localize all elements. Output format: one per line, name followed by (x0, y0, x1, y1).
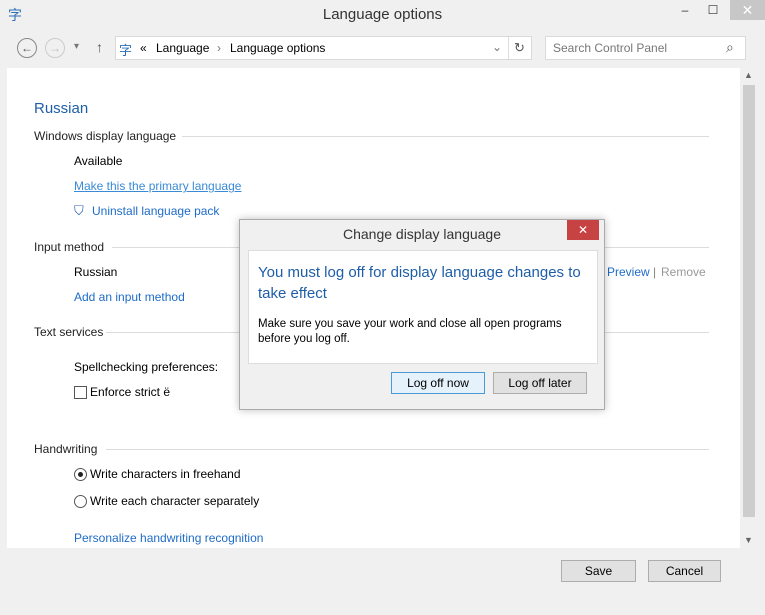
recent-pages-button[interactable]: ▾ (74, 41, 79, 52)
enforce-label[interactable]: Enforce strict ё (90, 385, 170, 399)
divider (182, 136, 709, 137)
freehand-radio[interactable] (74, 468, 87, 481)
input-method-name: Russian (74, 265, 118, 279)
change-display-language-dialog: Change display language ✕ You must log o… (239, 219, 605, 410)
language-icon: 字 (119, 43, 133, 58)
close-button[interactable]: ✕ (730, 0, 765, 20)
up-button[interactable]: ↑ (96, 39, 103, 55)
section-text-services: Text services (34, 325, 104, 339)
separate-label[interactable]: Write each character separately (90, 494, 259, 508)
separator: | (653, 265, 657, 279)
shield-icon: ⛉ (74, 203, 84, 218)
uninstall-link[interactable]: Uninstall language pack (92, 204, 219, 218)
dialog-title: Change display language (342, 226, 501, 242)
scroll-down-icon[interactable]: ▼ (744, 535, 753, 545)
section-handwriting: Handwriting (34, 442, 98, 456)
search-box[interactable]: Search Control Panel ⌕ (545, 36, 746, 60)
maximize-button[interactable]: ☐ (698, 0, 728, 20)
scroll-up-icon[interactable]: ▲ (744, 70, 753, 80)
refresh-icon[interactable]: ↻ (514, 40, 525, 56)
log-off-later-button[interactable]: Log off later (493, 372, 587, 394)
cancel-button[interactable]: Cancel (648, 560, 721, 582)
back-button[interactable]: ← (17, 38, 37, 58)
language-heading: Russian (34, 100, 89, 117)
address-bar[interactable]: 字 « Language › Language options ⌄ ↻ (115, 36, 532, 60)
section-display-language: Windows display language (34, 129, 177, 143)
log-off-now-button[interactable]: Log off now (391, 372, 485, 394)
dialog-body: You must log off for display language ch… (248, 250, 598, 364)
add-input-method-link[interactable]: Add an input method (74, 290, 185, 304)
divider (508, 37, 509, 59)
make-primary-link[interactable]: Make this the primary language (74, 179, 241, 193)
search-input[interactable]: Search Control Panel (553, 41, 667, 55)
freehand-label[interactable]: Write characters in freehand (90, 467, 241, 481)
title-bar: 字 Language options – ☐ ✕ (0, 0, 765, 30)
breadcrumb-language-options[interactable]: Language options (230, 41, 325, 55)
address-dropdown-icon[interactable]: ⌄ (492, 40, 502, 54)
breadcrumb-chevron-icon[interactable]: › (217, 41, 221, 55)
dialog-message: Make sure you save your work and close a… (258, 318, 562, 345)
search-icon[interactable]: ⌕ (726, 39, 734, 56)
scrollbar-thumb[interactable] (743, 85, 755, 517)
personalize-link[interactable]: Personalize handwriting recognition (74, 531, 263, 545)
remove-link[interactable]: Remove (661, 265, 706, 279)
minimize-button[interactable]: – (670, 0, 700, 20)
language-status: Available (74, 154, 123, 168)
breadcrumb-language[interactable]: Language (156, 41, 209, 55)
spellcheck-label: Spellchecking preferences: (74, 360, 219, 374)
dialog-heading: You must log off for display language ch… (258, 264, 581, 302)
enforce-checkbox[interactable] (74, 386, 87, 399)
divider (106, 449, 709, 450)
forward-button[interactable]: → (45, 38, 65, 58)
window-title: Language options (322, 6, 443, 23)
separate-radio[interactable] (74, 495, 87, 508)
breadcrumb-overflow[interactable]: « (140, 41, 147, 55)
save-button[interactable]: Save (561, 560, 636, 582)
dialog-close-button[interactable]: ✕ (567, 220, 599, 240)
preview-link[interactable]: Preview (607, 265, 650, 279)
section-input-method: Input method (34, 240, 105, 254)
